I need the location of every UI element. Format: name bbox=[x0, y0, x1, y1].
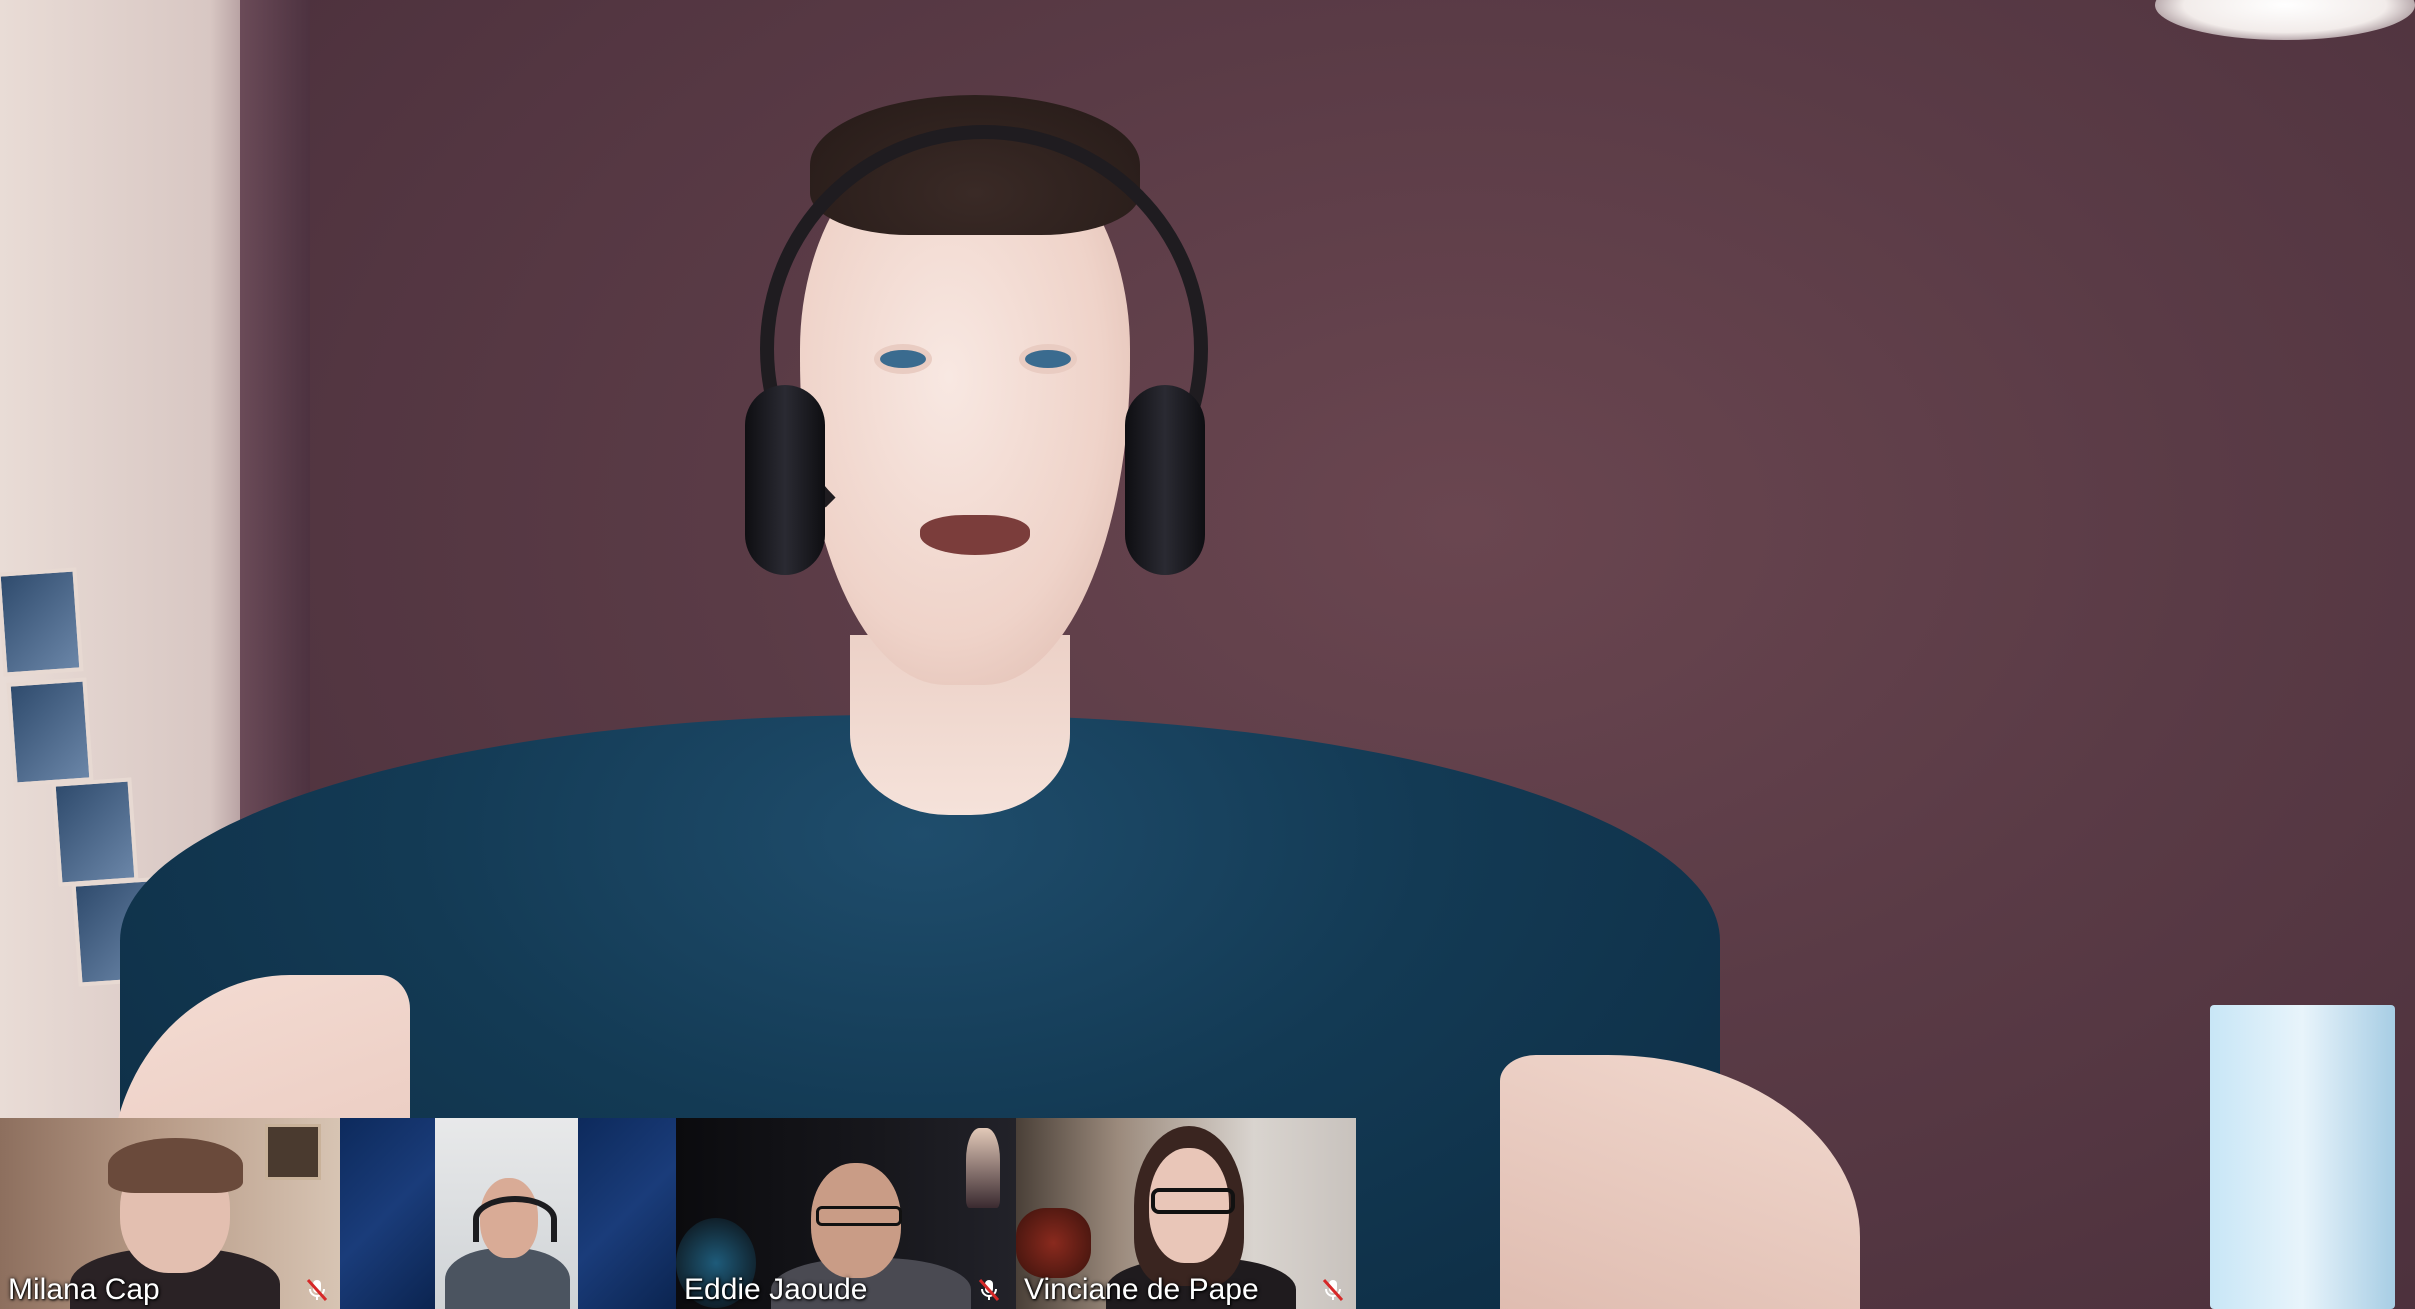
headphone-earcup bbox=[1125, 385, 1205, 575]
strip-spacer bbox=[578, 1118, 676, 1309]
mask-decoration bbox=[1016, 1208, 1091, 1278]
participant-glasses bbox=[1151, 1188, 1235, 1214]
mic-muted-icon[interactable] bbox=[304, 1277, 330, 1303]
participant-name: Eddie Jaoude bbox=[684, 1273, 868, 1306]
picture-frame bbox=[6, 677, 94, 787]
background-pillar bbox=[2210, 1005, 2395, 1309]
main-speaker-video[interactable] bbox=[0, 0, 2415, 1309]
strip-spacer bbox=[340, 1118, 435, 1309]
figurine bbox=[966, 1128, 1000, 1208]
participant-name: Milana Cap bbox=[8, 1273, 160, 1306]
headphones-icon bbox=[473, 1196, 557, 1242]
picture-frame bbox=[0, 567, 84, 677]
wall-picture bbox=[265, 1124, 321, 1180]
participant-tile[interactable]: Vinciane de Pape bbox=[1016, 1118, 1356, 1309]
participant-hair bbox=[108, 1138, 243, 1193]
mic-muted-icon[interactable] bbox=[976, 1277, 1002, 1303]
participant-tile[interactable]: Milana Cap bbox=[0, 1118, 340, 1309]
participant-glasses bbox=[816, 1206, 902, 1226]
participant-tile[interactable] bbox=[435, 1118, 578, 1309]
mic-muted-icon[interactable] bbox=[1320, 1277, 1346, 1303]
headphone-earcup bbox=[745, 385, 825, 575]
video-call-window: Milana Cap Eddie Jaoude Vinciane de Pape bbox=[0, 0, 2415, 1309]
participant-name: Vinciane de Pape bbox=[1024, 1273, 1259, 1306]
participant-tile[interactable]: Eddie Jaoude bbox=[676, 1118, 1016, 1309]
participant-strip: Milana Cap Eddie Jaoude Vinciane de Pape bbox=[0, 1118, 1356, 1309]
